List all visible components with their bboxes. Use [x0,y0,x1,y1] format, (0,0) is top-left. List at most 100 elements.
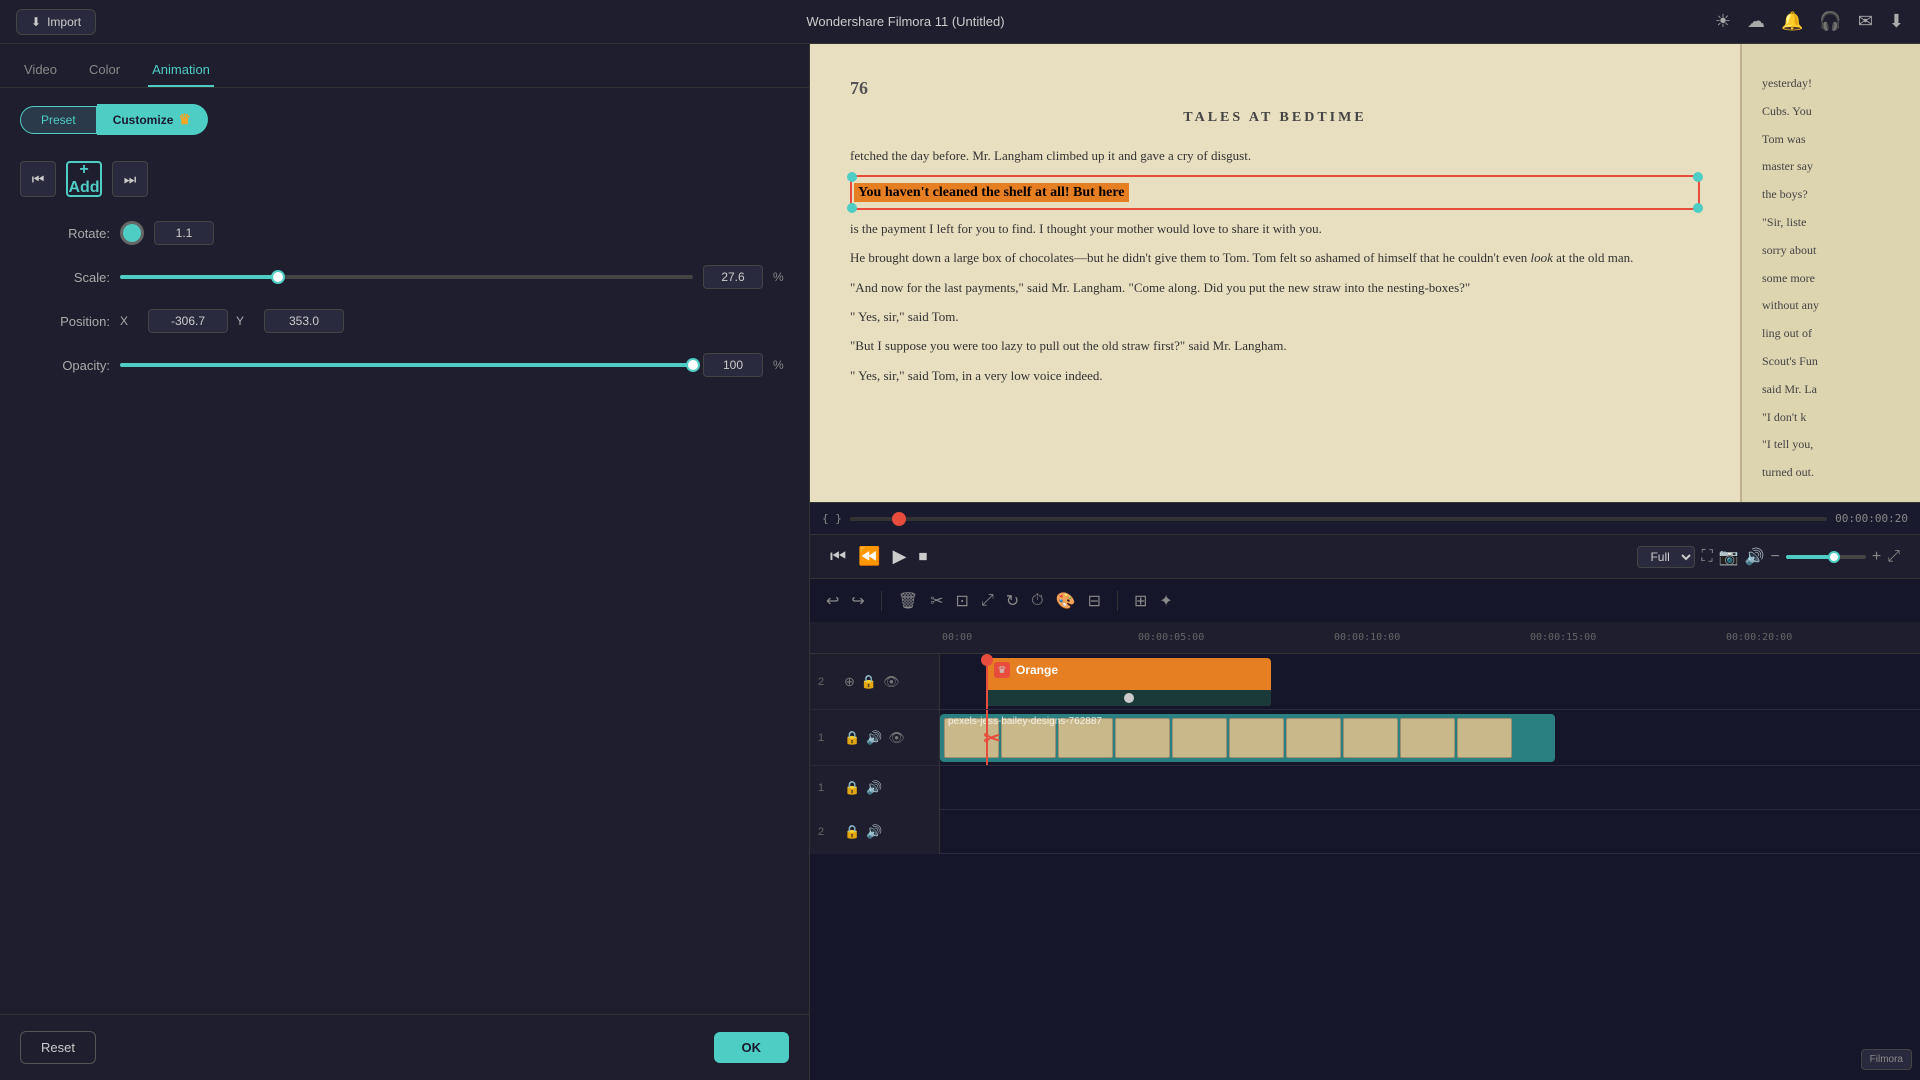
play-button[interactable]: ▶ [893,546,907,567]
playback-controls: ⏮ + Add ⏭ [20,161,789,197]
track-controls-a1: 1 🔒 🔊 [810,766,940,810]
scale-value[interactable] [703,265,763,289]
track-num-a2: 2 [818,826,838,838]
time-marker-0: 00:00 [940,632,1136,643]
orange-clip-label: Orange [1016,663,1058,677]
timeline-area: 00:00 00:00:05:00 00:00:10:00 00:00:15:0… [810,622,1920,1080]
bell-icon[interactable]: 🔔 [1781,11,1803,32]
handle-tl[interactable] [847,172,857,182]
magnet-icon[interactable]: ✦ [1159,591,1172,611]
track-audio-a2[interactable]: 🔊 [866,824,882,840]
cut-icon[interactable]: ✂ [930,591,943,611]
toolbar-sep-2 [1117,591,1118,611]
orange-clip[interactable]: ♛ Orange [986,658,1271,706]
split-icon[interactable]: ⊟ [1088,591,1101,611]
handle-tr[interactable] [1693,172,1703,182]
right-panel: 76 TALES AT BEDTIME fetched the day befo… [810,44,1920,1080]
ok-button[interactable]: OK [714,1032,790,1063]
scale-row: Scale: % [20,265,789,289]
color-icon[interactable]: 🎨 [1056,591,1076,611]
opacity-slider[interactable] [120,363,693,367]
timeline-scrubber: { } 00:00:00:20 [810,502,1920,534]
cloud-icon[interactable]: ☁ [1747,11,1765,32]
main-layout: Video Color Animation Preset Customize ♛… [0,44,1920,1080]
tab-bar: Video Color Animation [0,44,809,88]
expand-icon[interactable]: ⤢ [1887,548,1900,566]
track-audio-a1[interactable]: 🔊 [866,780,882,796]
add-keyframe-button[interactable]: + Add [66,161,102,197]
volume-icon[interactable]: 🔊 [1745,547,1765,567]
quality-select[interactable]: Full 1/2 1/4 [1637,546,1695,568]
time-marker-1: 00:00:05:00 [1136,632,1332,643]
rotate-dial[interactable] [120,221,144,245]
crop-icon[interactable]: ⊡ [956,591,969,611]
position-x-input[interactable] [148,309,228,333]
cut-marker: ✂ [980,714,1004,762]
import-label: Import [47,15,81,29]
rotate-value[interactable] [154,221,214,245]
track-audio-2: 2 🔒 🔊 [810,810,1920,854]
camera-icon[interactable]: 📷 [1719,547,1739,567]
track-add-icon[interactable]: ⊕ [844,674,855,690]
track-eye-icon[interactable]: 👁 [883,674,900,690]
undo-icon[interactable]: ↩ [826,591,839,611]
track-audio-v1[interactable]: 🔊 [866,730,882,746]
grid-icon[interactable]: ⊞ [1134,591,1147,611]
scrub-bar[interactable] [850,517,1827,521]
track-eye-v1[interactable]: 👁 [888,730,905,746]
next-frame-button[interactable]: ⏭ [112,161,148,197]
redo-icon[interactable]: ↪ [851,591,864,611]
transform-icon[interactable]: ⤢ [981,592,994,610]
teal-clip[interactable]: pexels-jess-bailey-designs-762887 [940,714,1555,762]
toolbar-sep-1 [881,591,882,611]
topbar: ⬇ Import Wondershare Filmora 11 (Untitle… [0,0,1920,44]
reset-button[interactable]: Reset [20,1031,96,1064]
tab-animation[interactable]: Animation [148,54,214,87]
step-back-button[interactable]: ⏪ [858,546,880,567]
headphone-icon[interactable]: 🎧 [1819,11,1841,32]
track-lock-icon[interactable]: 🔒 [861,674,877,690]
import-icon: ⬇ [31,15,41,29]
sun-icon[interactable]: ☀ [1715,11,1731,32]
zoom-in-icon[interactable]: + [1872,548,1881,566]
playhead-v2 [986,654,988,709]
track-lock-a1[interactable]: 🔒 [844,780,860,796]
tab-color[interactable]: Color [85,54,124,87]
watermark: Filmora [1861,1049,1912,1070]
scale-slider[interactable] [120,275,693,279]
stop-button[interactable]: ⏹ [918,546,927,567]
trash-icon[interactable]: 🗑 [898,591,918,611]
rotate-icon[interactable]: ↻ [1006,591,1019,611]
app-title: Wondershare Filmora 11 (Untitled) [806,14,1004,29]
download-icon[interactable]: ⬇ [1889,11,1904,32]
import-button[interactable]: ⬇ Import [16,9,96,35]
position-y-label: Y [236,314,256,328]
handle-br[interactable] [1693,203,1703,213]
orange-clip-bottom [986,690,1271,706]
preset-button[interactable]: Preset [20,106,97,134]
track-lock-v1[interactable]: 🔒 [844,730,860,746]
track-audio-1: 1 🔒 🔊 [810,766,1920,810]
track-video-1: 1 🔒 🔊 👁 pexels-jess-bailey-designs-76288… [810,710,1920,766]
handle-bl[interactable] [847,203,857,213]
prev-frame-button[interactable]: ⏮ [20,161,56,197]
customize-button[interactable]: Customize ♛ [97,104,208,135]
total-timecode: 00:00:00:20 [1835,512,1908,525]
preview-area: 76 TALES AT BEDTIME fetched the day befo… [810,44,1920,502]
track-lock-a2[interactable]: 🔒 [844,824,860,840]
track-content-a1 [940,766,1920,809]
rewind-button[interactable]: ⏮ [830,546,846,567]
position-x-label: X [120,314,140,328]
timer-icon[interactable]: ⏱ [1031,592,1043,610]
fullscreen-icon[interactable]: ⛶ [1701,548,1712,566]
position-y-input[interactable] [264,309,344,333]
controls-area: ⏮ + Add ⏭ Rotate: Scale: % [0,151,809,1014]
playhead-top-v2 [981,654,993,666]
opacity-value[interactable] [703,353,763,377]
tab-video[interactable]: Video [20,54,61,87]
zoom-slider[interactable] [1786,555,1866,559]
zoom-out-icon[interactable]: − [1771,548,1780,566]
mail-icon[interactable]: ✉ [1858,11,1873,32]
scrub-thumb[interactable] [892,512,906,526]
bottom-actions: Reset OK [0,1014,809,1080]
